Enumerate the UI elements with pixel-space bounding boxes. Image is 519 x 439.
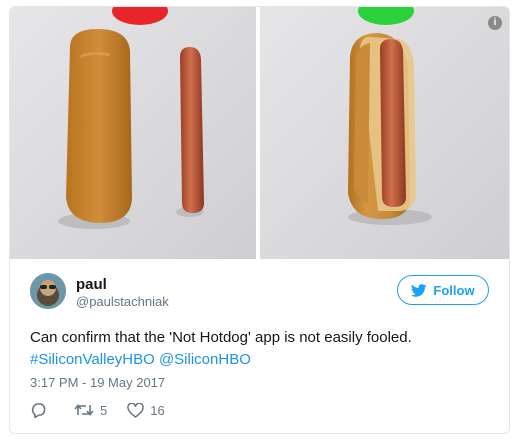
like-button[interactable]: 16: [127, 402, 165, 418]
info-icon[interactable]: i: [488, 16, 502, 30]
like-count: 16: [150, 402, 165, 418]
like-icon: [127, 402, 144, 418]
tweet-text: Can confirm that the 'Not Hotdog' app is…: [30, 327, 500, 371]
tweet-header: paul @paulstachniak Follow: [30, 273, 489, 313]
tweet-media[interactable]: i: [10, 7, 509, 259]
hashtag-link[interactable]: #SiliconValleyHBO: [30, 351, 155, 368]
tweet-actions: 5 16: [30, 400, 185, 420]
retweet-button[interactable]: 5: [74, 403, 107, 418]
tweet-body: Can confirm that the 'Not Hotdog' app is…: [30, 329, 412, 346]
user-name[interactable]: paul: [76, 276, 107, 293]
user-handle[interactable]: @paulstachniak: [76, 294, 169, 309]
avatar[interactable]: [30, 273, 66, 309]
photo-not-hotdog[interactable]: [10, 7, 256, 259]
retweet-count: 5: [100, 402, 108, 418]
twitter-bird-icon: [411, 283, 427, 297]
tweet-card: i paul @paulstachniak Follow Can confirm…: [9, 6, 510, 434]
follow-button[interactable]: Follow: [397, 275, 489, 305]
tweet-timestamp[interactable]: 3:17 PM - 19 May 2017: [30, 375, 165, 390]
follow-label: Follow: [433, 282, 475, 298]
mention-link[interactable]: @SiliconHBO: [159, 351, 251, 368]
retweet-icon: [74, 404, 94, 416]
photo-hotdog[interactable]: [260, 7, 509, 259]
reply-button[interactable]: [30, 402, 54, 418]
reply-icon: [31, 403, 46, 418]
